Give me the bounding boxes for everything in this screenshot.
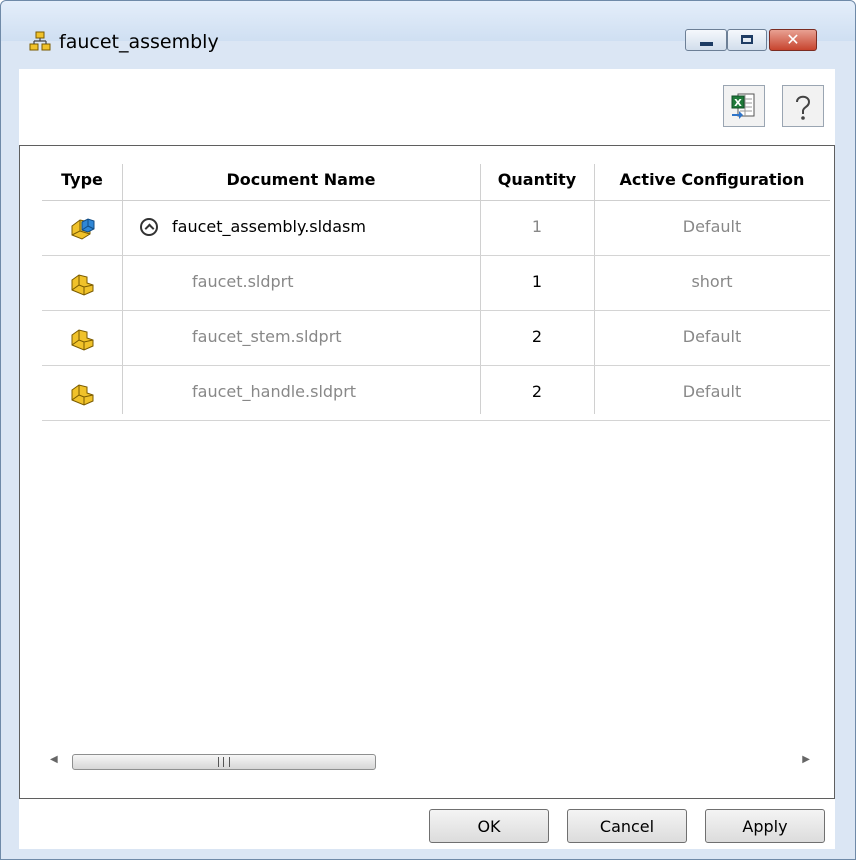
table-row[interactable]: faucet_assembly.sldasm 1 Default [42, 201, 830, 256]
horizontal-scrollbar[interactable]: ◀ ▶ [42, 750, 830, 774]
svg-text:X: X [734, 98, 742, 109]
toolbar: X [19, 69, 835, 145]
minimize-button[interactable] [685, 29, 727, 51]
maximize-button[interactable] [727, 29, 767, 51]
table-row[interactable]: faucet_handle.sldprt 2 Default [42, 366, 830, 421]
ok-button[interactable]: OK [429, 809, 549, 843]
configuration-value[interactable]: Default [594, 327, 830, 346]
column-header-quantity[interactable]: Quantity [480, 170, 594, 189]
table-row[interactable]: faucet_stem.sldprt 2 Default [42, 311, 830, 366]
title-bar[interactable]: faucet_assembly ✕ [1, 1, 855, 53]
quantity-value: 2 [531, 327, 543, 346]
export-excel-button[interactable]: X [723, 85, 765, 127]
bom-table: Type Document Name Quantity Active Confi… [42, 164, 830, 421]
scroll-left-icon[interactable]: ◀ [50, 754, 58, 765]
collapse-toggle-icon[interactable] [140, 218, 158, 236]
close-icon: ✕ [786, 30, 800, 49]
quantity-value: 2 [531, 382, 543, 401]
excel-export-icon: X [731, 93, 755, 119]
window-title: faucet_assembly [59, 31, 219, 53]
help-icon [796, 95, 811, 120]
scroll-right-icon[interactable]: ▶ [802, 754, 810, 765]
part-icon [71, 329, 94, 351]
document-name: faucet_stem.sldprt [192, 327, 342, 346]
bom-table-panel: Type Document Name Quantity Active Confi… [19, 145, 835, 799]
column-header-active-configuration[interactable]: Active Configuration [594, 170, 830, 189]
document-name: faucet_handle.sldprt [192, 382, 357, 401]
quantity-value: 1 [531, 272, 543, 291]
close-button[interactable]: ✕ [769, 29, 817, 51]
grip-icon [218, 757, 230, 767]
table-row[interactable]: faucet.sldprt 1 short [42, 256, 830, 311]
apply-button[interactable]: Apply [705, 809, 825, 843]
minimize-icon [700, 42, 713, 46]
column-header-type[interactable]: Type [42, 170, 122, 189]
document-name: faucet_assembly.sldasm [172, 217, 366, 236]
part-icon [71, 384, 94, 406]
scrollbar-thumb[interactable] [72, 754, 376, 770]
document-name: faucet.sldprt [192, 272, 294, 291]
table-header: Type Document Name Quantity Active Confi… [42, 164, 830, 201]
configuration-value[interactable]: Default [594, 217, 830, 236]
part-icon [71, 274, 94, 296]
cancel-button[interactable]: Cancel [567, 809, 687, 843]
assembly-icon [71, 218, 95, 240]
quantity-value: 1 [531, 217, 543, 236]
dialog-footer: OK Cancel Apply [19, 799, 835, 849]
column-header-document-name[interactable]: Document Name [122, 170, 480, 189]
configuration-value[interactable]: short [594, 272, 830, 291]
configuration-value[interactable]: Default [594, 382, 830, 401]
help-button[interactable] [782, 85, 824, 127]
assembly-tree-icon [29, 31, 51, 51]
maximize-icon [741, 35, 753, 44]
dialog-window: faucet_assembly ✕ X Type Document Name Q… [0, 0, 856, 860]
